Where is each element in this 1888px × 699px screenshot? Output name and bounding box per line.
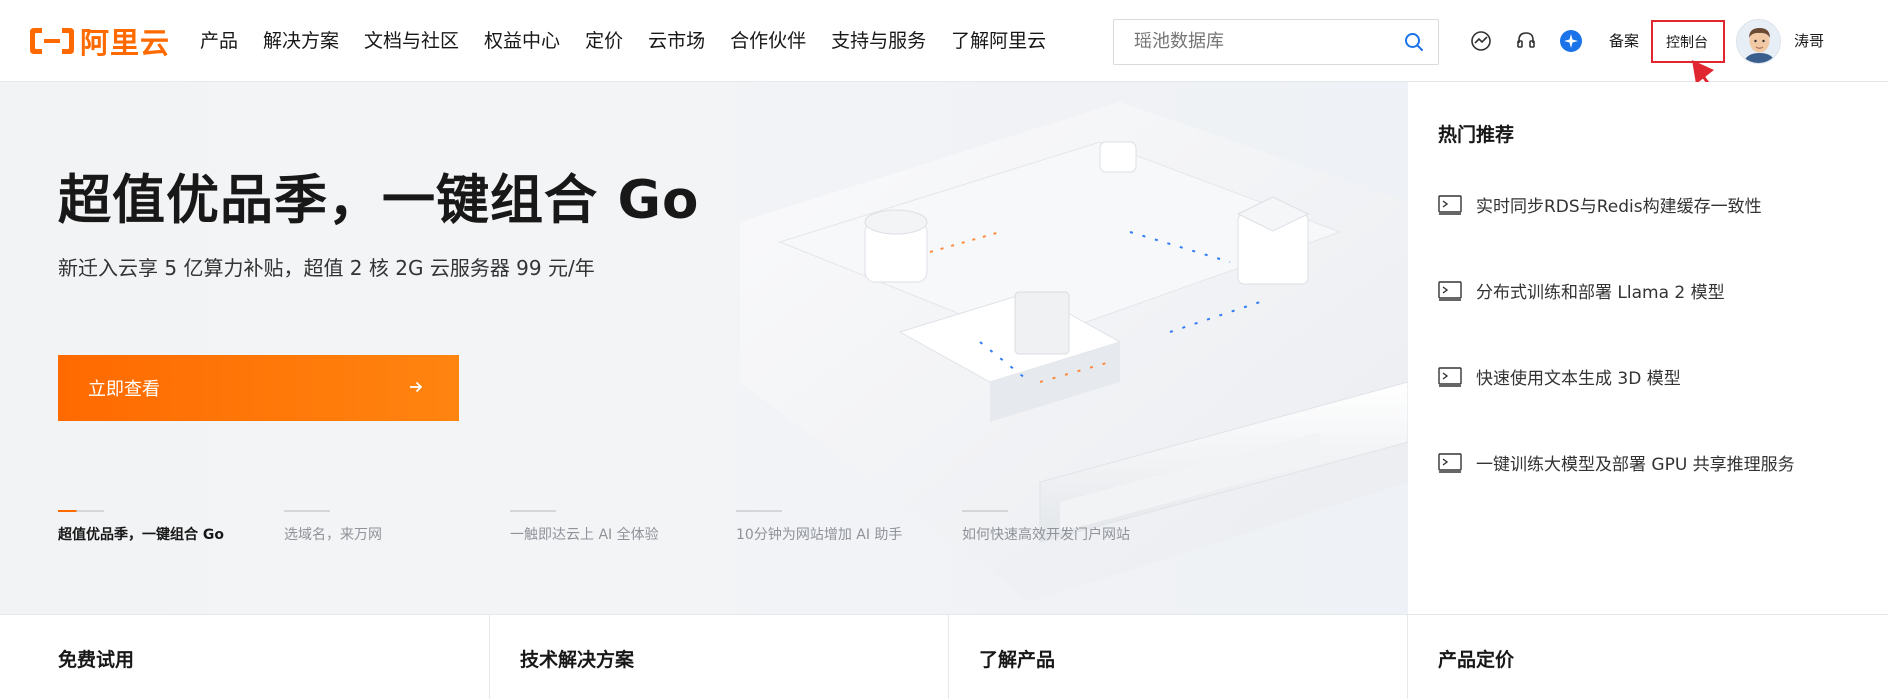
search-input[interactable] [1134,20,1384,64]
hot-item[interactable]: 实时同步RDS与Redis构建缓存一致性 [1438,192,1762,217]
nav-item-support[interactable]: 支持与服务 [831,26,926,56]
terminal-icon [1438,452,1462,473]
top-header: 阿里云 产品 解决方案 文档与社区 权益中心 定价 云市场 合作伙伴 支持与服务… [0,0,1888,82]
search-icon[interactable] [1404,32,1424,52]
nav-item-pricing[interactable]: 定价 [585,26,623,56]
slide-progress-bar [510,510,556,512]
nav-item-products[interactable]: 产品 [200,26,238,56]
console-button[interactable]: 控制台 [1651,20,1725,63]
beian-link[interactable]: 备案 [1609,30,1639,52]
card-title: 产品定价 [1438,649,1515,671]
main-nav: 产品 解决方案 文档与社区 权益中心 定价 云市场 合作伙伴 支持与服务 了解阿… [200,26,1071,56]
slide-progress-bar [736,510,782,512]
search-box [1113,19,1439,65]
hot-item-label: 分布式训练和部署 Llama 2 模型 [1476,283,1725,303]
slide-tab[interactable]: 一触即达云上 AI 全体验 [510,510,736,550]
card-title: 免费试用 [58,649,135,671]
nav-item-solutions[interactable]: 解决方案 [263,26,339,56]
logo-text: 阿里云 [80,26,171,60]
app-badge-icon[interactable] [1559,29,1583,53]
avatar[interactable] [1736,19,1781,64]
hot-recommendations-title: 热门推荐 [1438,124,1515,146]
nav-item-about[interactable]: 了解阿里云 [951,26,1046,56]
hot-item-label: 一键训练大模型及部署 GPU 共享推理服务 [1476,455,1795,475]
quick-entry-bar: 免费试用 技术解决方案 了解产品 产品定价 [0,614,1888,699]
view-now-label: 立即查看 [88,379,160,400]
slide-progress-bar [962,510,1008,512]
slide-progress-bar [284,510,330,512]
nav-item-benefits[interactable]: 权益中心 [484,26,560,56]
hot-item[interactable]: 一键训练大模型及部署 GPU 共享推理服务 [1438,450,1795,475]
nav-item-marketplace[interactable]: 云市场 [648,26,705,56]
banner-slide-tabs: 超值优品季，一键组合 Go 选域名，来万网 一触即达云上 AI 全体验 10分钟… [58,510,1188,550]
slide-progress-bar [58,510,104,512]
hot-recommendations-panel: 热门推荐 实时同步RDS与Redis构建缓存一致性 分布式训练和部署 Llama… [1408,82,1888,614]
slide-tab[interactable]: 选域名，来万网 [284,510,510,550]
slide-tab[interactable]: 如何快速高效开发门户网站 [962,510,1188,550]
card-title: 技术解决方案 [520,649,635,671]
user-avatar-icon [1737,20,1780,63]
support-headset-icon[interactable] [1514,29,1538,53]
slide-tab[interactable]: 10分钟为网站增加 AI 助手 [736,510,962,550]
terminal-icon [1438,280,1462,301]
slide-label: 如何快速高效开发门户网站 [962,527,1130,543]
hot-item[interactable]: 快速使用文本生成 3D 模型 [1438,364,1681,389]
aliyun-logo[interactable]: 阿里云 [28,22,170,60]
console-label: 控制台 [1666,35,1708,51]
terminal-icon [1438,194,1462,215]
username[interactable]: 涛哥 [1794,30,1824,51]
learn-products-card[interactable]: 了解产品 [949,615,1408,699]
hero-title: 超值优品季，一键组合 Go [58,170,700,231]
product-pricing-card[interactable]: 产品定价 [1408,615,1888,699]
slide-label: 一触即达云上 AI 全体验 [510,527,659,543]
nav-item-docs-community[interactable]: 文档与社区 [364,26,459,56]
slide-label: 选域名，来万网 [284,527,382,543]
slide-label: 10分钟为网站增加 AI 助手 [736,527,903,543]
free-trial-card[interactable]: 免费试用 [0,615,490,699]
slide-tab[interactable]: 超值优品季，一键组合 Go [58,510,284,550]
hero-banner: 超值优品季，一键组合 Go 新迁入云享 5 亿算力补贴，超值 2 核 2G 云服… [0,82,1408,614]
card-title: 了解产品 [979,649,1056,671]
hot-item[interactable]: 分布式训练和部署 Llama 2 模型 [1438,278,1725,303]
nav-item-partners[interactable]: 合作伙伴 [730,26,806,56]
tech-solutions-card[interactable]: 技术解决方案 [490,615,949,699]
dashboard-icon[interactable] [1469,29,1493,53]
arrow-right-icon [410,381,423,393]
hot-item-label: 快速使用文本生成 3D 模型 [1476,369,1681,389]
slide-label: 超值优品季，一键组合 Go [58,527,224,543]
aliyun-logo-icon [30,28,74,54]
terminal-icon [1438,366,1462,387]
hot-item-label: 实时同步RDS与Redis构建缓存一致性 [1476,197,1762,217]
hero-subtitle: 新迁入云享 5 亿算力补贴，超值 2 核 2G 云服务器 99 元/年 [58,256,595,280]
view-now-button[interactable]: 立即查看 [58,355,459,421]
